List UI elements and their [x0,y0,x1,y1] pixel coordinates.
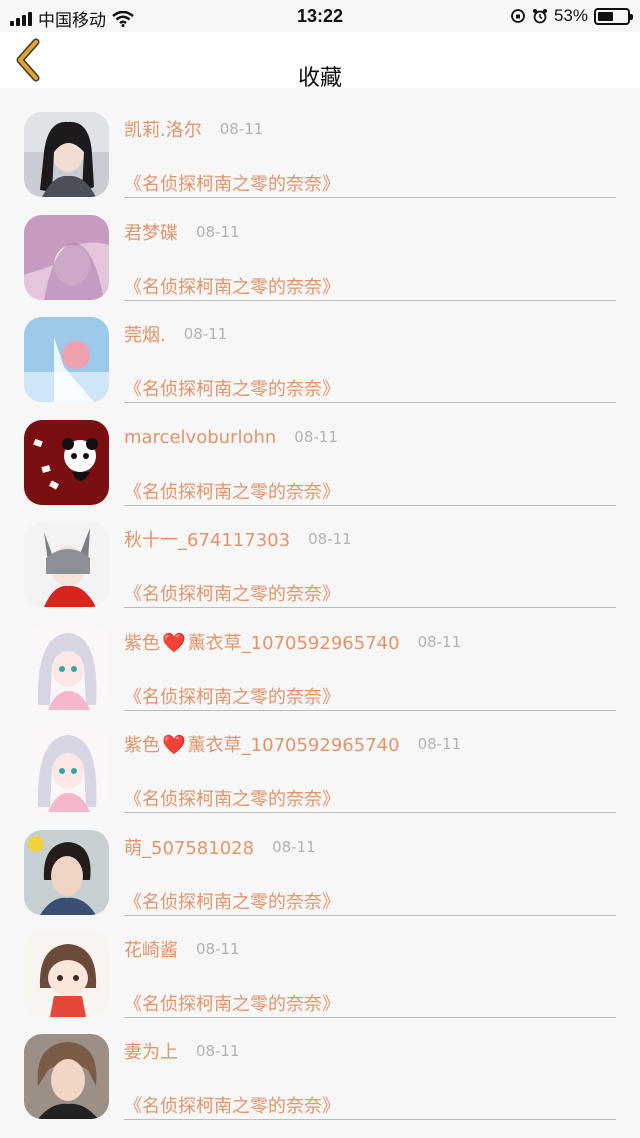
user-name[interactable]: 萌_507581028 [124,834,254,860]
row-divider [124,197,616,198]
list-item[interactable]: 花崎酱 08-11 《名侦探柯南之零的奈奈》 [0,932,640,1034]
user-name[interactable]: 凯莉.洛尔 [124,116,202,142]
user-name[interactable]: 妻为上 [124,1038,178,1064]
list-item[interactable]: marcelvoburlohn 08-11 《名侦探柯南之零的奈奈》 [0,420,640,522]
name-line: 凯莉.洛尔 08-11 [124,114,263,144]
page-title: 收藏 [297,66,342,91]
favorite-title[interactable]: 《名侦探柯南之零的奈奈》 [124,580,340,606]
avatar[interactable] [24,522,109,607]
nav-bar: 收藏 [0,32,640,91]
row-divider [124,300,616,301]
heart-icon: ❤️ [162,631,186,654]
avatar[interactable] [24,420,109,505]
user-name-prefix[interactable]: 紫色 [124,731,160,757]
post-date: 08-11 [196,223,240,241]
favorite-title[interactable]: 《名侦探柯南之零的奈奈》 [124,375,340,401]
row-divider [124,505,616,506]
user-name[interactable]: 花崎酱 [124,936,178,962]
user-name[interactable]: 秋十一_674117303 [124,526,290,552]
list-item[interactable]: 君梦碟 08-11 《名侦探柯南之零的奈奈》 [0,215,640,317]
list-item[interactable]: 秋十一_674117303 08-11 《名侦探柯南之零的奈奈》 [0,522,640,624]
row-divider [124,607,616,608]
name-line: 紫色 ❤️ 薰衣草_1070592965740 08-11 [124,729,461,759]
user-name[interactable]: 君梦碟 [124,219,178,245]
post-date: 08-11 [183,325,228,343]
alarm-icon [532,9,547,24]
user-name[interactable]: 莞烟. [124,321,166,347]
name-line: 妻为上 08-11 [124,1036,240,1066]
row-divider [124,710,616,711]
name-line: marcelvoburlohn 08-11 [124,422,338,452]
name-line: 紫色 ❤️ 薰衣草_1070592965740 08-11 [124,627,461,657]
user-name[interactable]: marcelvoburlohn [124,427,276,448]
list-item[interactable]: 紫色 ❤️ 薰衣草_1070592965740 08-11 《名侦探柯南之零的奈… [0,625,640,727]
list-item[interactable]: 萌_507581028 08-11 《名侦探柯南之零的奈奈》 [0,830,640,932]
heart-icon: ❤️ [162,733,186,756]
favorite-title[interactable]: 《名侦探柯南之零的奈奈》 [124,170,340,196]
favorite-title[interactable]: 《名侦探柯南之零的奈奈》 [124,273,340,299]
row-divider [124,402,616,403]
post-date: 08-11 [294,428,338,446]
battery-icon [594,7,633,25]
avatar[interactable] [24,932,109,1017]
avatar[interactable] [24,317,109,402]
post-date: 08-11 [417,633,462,651]
favorite-title[interactable]: 《名侦探柯南之零的奈奈》 [124,990,340,1016]
post-date: 08-11 [219,120,264,138]
battery-percent: 53% [553,6,588,25]
row-divider [124,915,616,916]
post-date: 08-11 [308,530,352,548]
list-item[interactable]: 妻为上 08-11 《名侦探柯南之零的奈奈》 [0,1034,640,1136]
post-date: 08-11 [417,735,462,753]
name-line: 秋十一_674117303 08-11 [124,524,352,554]
list-item[interactable]: 莞烟. 08-11 《名侦探柯南之零的奈奈》 [0,317,640,419]
avatar[interactable] [24,1034,109,1119]
favorite-title[interactable]: 《名侦探柯南之零的奈奈》 [124,888,340,914]
avatar[interactable] [24,112,109,197]
avatar[interactable] [24,727,109,812]
favorite-title[interactable]: 《名侦探柯南之零的奈奈》 [124,683,340,709]
name-line: 莞烟. 08-11 [124,319,227,349]
row-divider [124,812,616,813]
favorite-title[interactable]: 《名侦探柯南之零的奈奈》 [124,785,340,811]
battery-fill [598,11,613,21]
avatar[interactable] [24,830,109,915]
status-bar: 中国移动 13:22 53% [0,0,640,32]
list-item[interactable]: 紫色 ❤️ 薰衣草_1070592965740 08-11 《名侦探柯南之零的奈… [0,727,640,829]
post-date: 08-11 [196,1042,240,1060]
list-item[interactable]: 凯莉.洛尔 08-11 《名侦探柯南之零的奈奈》 [0,112,640,214]
user-name-suffix[interactable]: 薰衣草_1070592965740 [188,629,400,655]
avatar[interactable] [24,625,109,710]
name-line: 君梦碟 08-11 [124,217,240,247]
favorite-title[interactable]: 《名侦探柯南之零的奈奈》 [124,478,340,504]
post-date: 08-11 [272,838,316,856]
favorite-title[interactable]: 《名侦探柯南之零的奈奈》 [124,1092,340,1118]
status-right: 53% [510,6,633,26]
name-line: 萌_507581028 08-11 [124,832,316,862]
name-line: 花崎酱 08-11 [124,934,240,964]
post-date: 08-11 [196,940,240,958]
row-divider [124,1119,616,1120]
avatar[interactable] [24,215,109,300]
user-name-prefix[interactable]: 紫色 [124,629,160,655]
rotation-lock-icon [511,9,525,23]
row-divider [124,1017,616,1018]
user-name-suffix[interactable]: 薰衣草_1070592965740 [188,731,400,757]
